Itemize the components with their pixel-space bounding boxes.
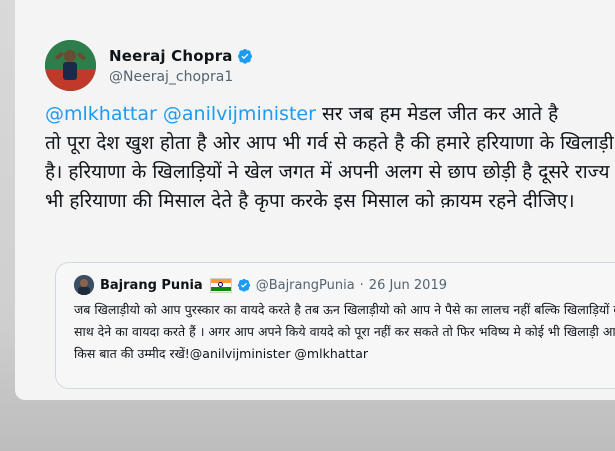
quoted-tweet-header: Bajrang Punia @BajrangPunia · 26 Jun 201… (74, 275, 447, 295)
quoted-tweet[interactable]: Bajrang Punia @BajrangPunia · 26 Jun 201… (55, 262, 615, 389)
author-display-name[interactable]: Neeraj Chopra (109, 47, 233, 65)
tweet-text-line-1: सर जब हम मेडल जीत कर आते है (315, 103, 559, 125)
quoted-author-display-name[interactable]: Bajrang Punia (100, 278, 203, 293)
india-flag-icon (209, 277, 232, 293)
mention-link[interactable]: @anilvijminister (163, 103, 316, 125)
tweet-text-rest: तो पूरा देश खुश होता है ओर आप भी गर्व से… (45, 132, 614, 212)
mention-link[interactable]: @mlkhattar (45, 103, 157, 125)
quoted-author-avatar-icon[interactable] (74, 275, 94, 295)
quoted-author-handle[interactable]: @BajrangPunia (256, 278, 355, 293)
tweet-card: Neeraj Chopra @Neeraj_chopra1 @mlkhattar… (15, 0, 615, 400)
verified-badge-icon (237, 48, 252, 64)
tweet-body: @mlkhattar @anilvijminister सर जब हम मेड… (45, 100, 615, 216)
quoted-tweet-date[interactable]: 26 Jun 2019 (369, 278, 447, 293)
author-block: Neeraj Chopra @Neeraj_chopra1 (109, 47, 253, 85)
separator-dot: · (359, 277, 364, 293)
verified-badge-icon (237, 278, 250, 292)
tweet-header: Neeraj Chopra @Neeraj_chopra1 (45, 40, 253, 91)
quoted-tweet-body: जब खिलाड़ीयो को आप पुरस्कार का वायदे करत… (74, 302, 615, 361)
athlete-avatar-icon[interactable] (45, 40, 96, 91)
author-handle[interactable]: @Neeraj_chopra1 (109, 69, 253, 85)
